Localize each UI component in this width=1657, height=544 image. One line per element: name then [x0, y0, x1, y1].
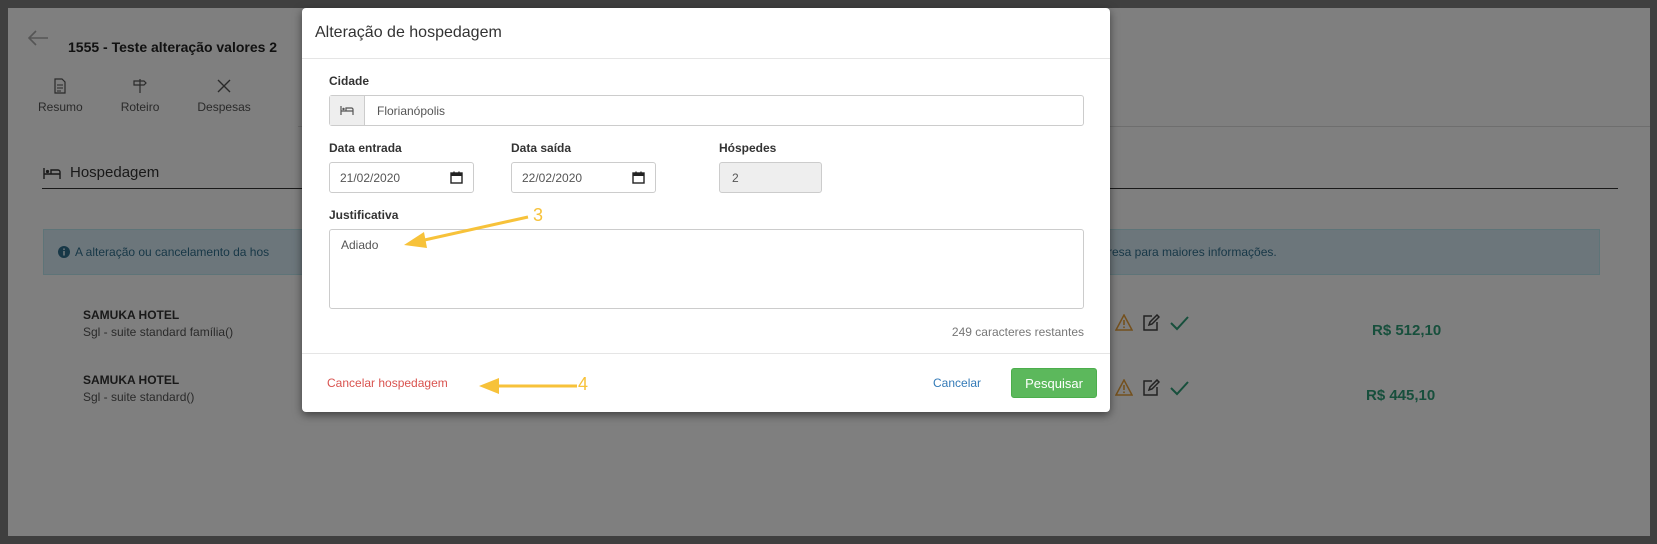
- annotation-label-4: 4: [578, 374, 589, 394]
- cancel-accommodation-link[interactable]: Cancelar hospedagem: [327, 376, 448, 390]
- cancel-button[interactable]: Cancelar: [933, 376, 981, 390]
- guests-input: 2: [719, 162, 822, 193]
- chars-remaining: 249 caracteres restantes: [951, 325, 1084, 339]
- date-out-label: Data saída: [511, 141, 572, 155]
- modal-title: Alteração de hospedagem: [315, 24, 502, 41]
- annotation-label-3: 3: [533, 205, 544, 225]
- date-in-label: Data entrada: [329, 141, 402, 155]
- bed-icon: [340, 106, 354, 115]
- city-label: Cidade: [329, 74, 370, 88]
- modal-footer-divider: [302, 353, 1110, 354]
- date-out-input[interactable]: 22/02/2020: [511, 162, 656, 193]
- city-addon: [330, 96, 365, 125]
- date-in-input[interactable]: 21/02/2020: [329, 162, 474, 193]
- calendar-icon[interactable]: [450, 171, 463, 184]
- edit-accommodation-modal: Alteração de hospedagem Cidade Data entr…: [302, 8, 1110, 412]
- city-field: [329, 95, 1084, 126]
- modal-header-divider: [302, 58, 1110, 59]
- city-input[interactable]: [365, 96, 1083, 125]
- justification-label: Justificativa: [329, 208, 399, 222]
- justification-textarea[interactable]: Adiado: [329, 229, 1084, 309]
- guests-label: Hóspedes: [719, 141, 777, 155]
- search-button[interactable]: Pesquisar: [1011, 368, 1097, 398]
- date-in-value: 21/02/2020: [340, 170, 401, 185]
- calendar-icon[interactable]: [632, 171, 645, 184]
- date-out-value: 22/02/2020: [522, 170, 583, 185]
